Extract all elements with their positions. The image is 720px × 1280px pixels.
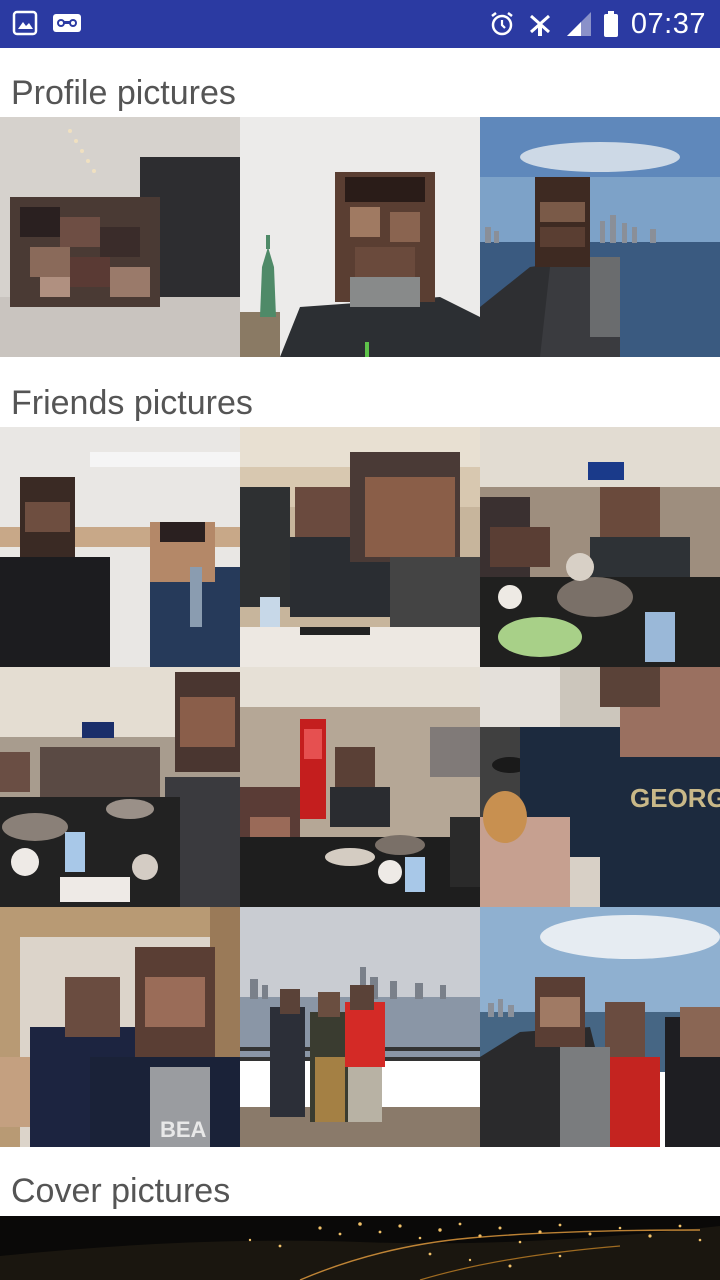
voicemail-icon	[52, 10, 81, 38]
profile-pictures-grid	[0, 117, 720, 357]
friends-photo-6[interactable]: GEORGIA	[480, 667, 720, 907]
friends-photo-2[interactable]	[240, 427, 480, 667]
friends-photo-9[interactable]	[480, 907, 720, 1147]
svg-text:GEORGIA: GEORGIA	[630, 783, 720, 813]
profile-photo-3[interactable]	[480, 117, 720, 357]
no-signal-icon	[527, 10, 555, 38]
friends-photo-3[interactable]	[480, 427, 720, 667]
cover-pictures-title: Cover pictures	[11, 1172, 231, 1210]
friends-photo-4[interactable]	[0, 667, 240, 907]
status-bar: 07:37	[0, 0, 720, 48]
cover-photo[interactable]	[0, 1216, 720, 1280]
profile-photo-2[interactable]	[240, 117, 480, 357]
profile-pictures-title: Profile pictures	[11, 74, 236, 112]
clock-time: 07:37	[630, 7, 706, 40]
friends-photo-8[interactable]	[240, 907, 480, 1147]
friends-pictures-title: Friends pictures	[11, 384, 253, 422]
signal-bars-icon	[565, 10, 593, 38]
friends-photo-1[interactable]	[0, 427, 240, 667]
battery-icon	[603, 10, 621, 38]
alarm-icon	[489, 10, 517, 38]
friends-photo-5[interactable]	[240, 667, 480, 907]
image-notification-icon	[12, 10, 40, 38]
friends-photo-7[interactable]: BEA	[0, 907, 240, 1147]
friends-pictures-grid: GEORGIA BEA	[0, 427, 720, 1147]
profile-photo-1[interactable]	[0, 117, 240, 357]
svg-text:BEA: BEA	[160, 1117, 207, 1142]
